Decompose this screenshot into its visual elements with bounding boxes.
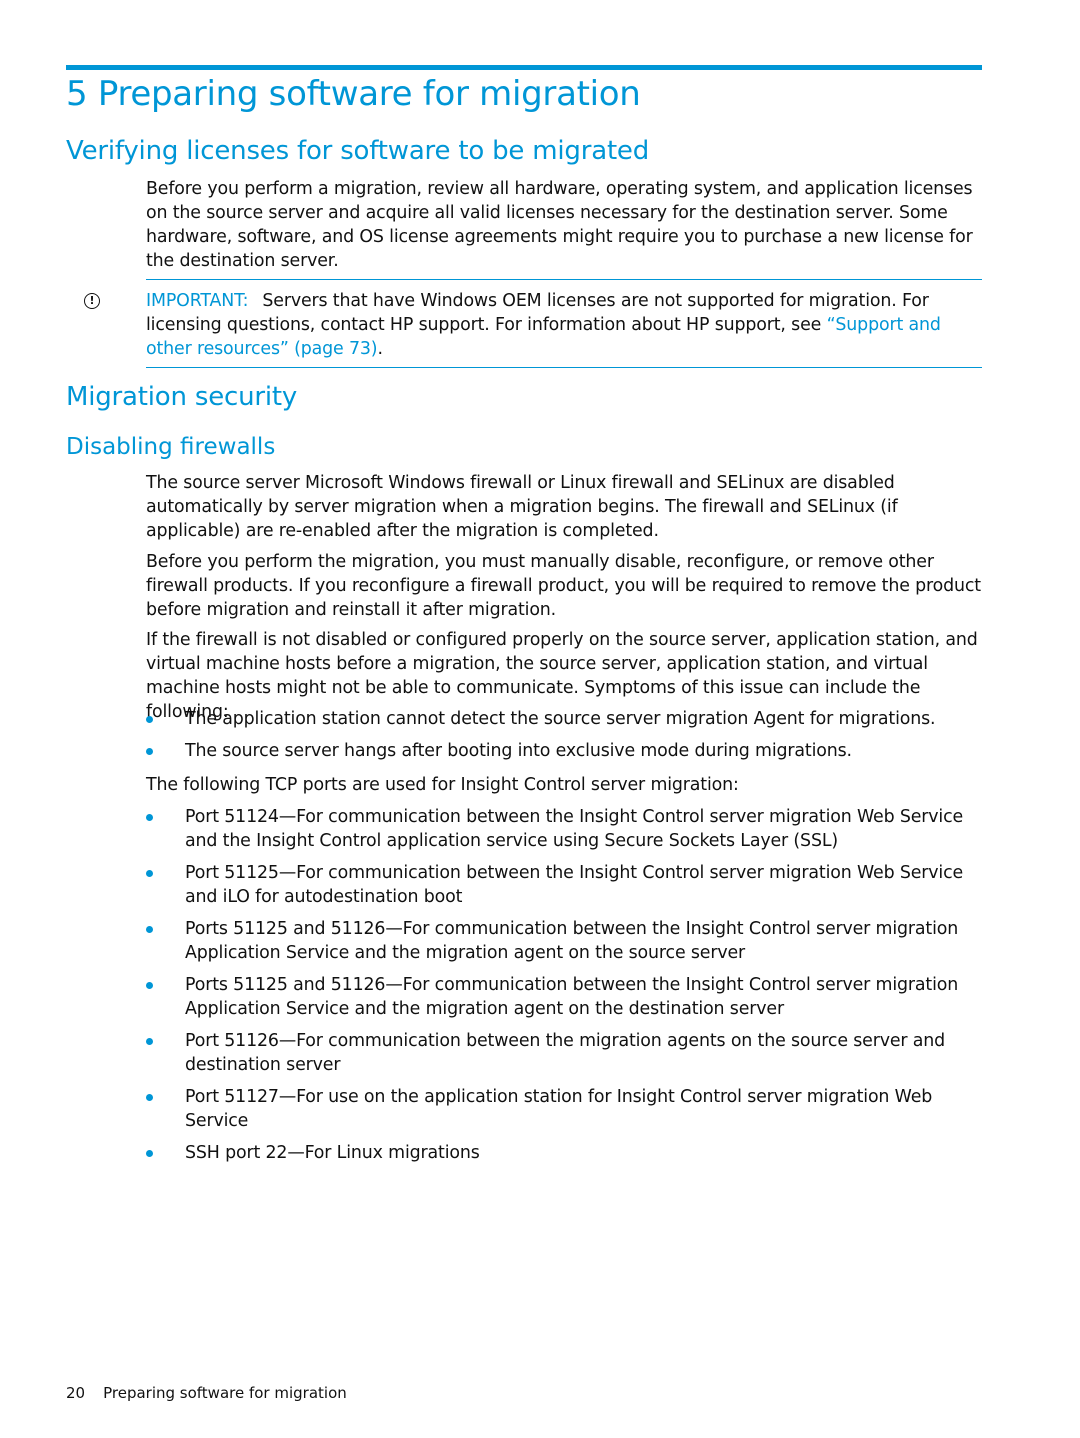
list-item: The application station cannot detect th… [146,707,986,731]
list-item: Port 51127—For use on the application st… [146,1085,986,1133]
licenses-paragraph: Before you perform a migration, review a… [146,179,973,271]
chapter-title: 5 Preparing software for migration [66,74,641,114]
symptoms-list: The application station cannot detect th… [146,707,986,771]
bullet-icon [146,926,153,933]
page-footer: 20 Preparing software for migration [66,1384,347,1402]
list-item: Port 51124—For communication between the… [146,805,986,853]
bullet-icon [146,870,153,877]
firewall-paragraph-1: The source server Microsoft Windows fire… [146,473,898,541]
chapter-rule [66,65,982,70]
bullet-icon [146,716,153,723]
list-item: Port 51125—For communication between the… [146,861,986,909]
subheading-firewalls: Disabling firewalls [66,434,276,460]
bullet-icon [146,1150,153,1157]
bullet-icon [146,982,153,989]
bullet-icon [146,748,153,755]
bullet-icon [146,814,153,821]
bullet-icon [146,1038,153,1045]
list-item: Ports 51125 and 51126—For communication … [146,917,986,965]
section-heading-licenses: Verifying licenses for software to be mi… [66,136,650,166]
ports-list: Port 51124—For communication between the… [146,805,986,1173]
note-suffix: . [377,339,383,359]
firewall-paragraph-2: Before you perform the migration, you mu… [146,552,981,620]
list-item: The source server hangs after booting in… [146,739,986,763]
important-icon: ! [84,293,100,309]
important-note: IMPORTANT: Servers that have Windows OEM … [146,279,982,368]
footer-title: Preparing software for migration [103,1384,347,1402]
bullet-icon [146,1094,153,1101]
section-heading-security: Migration security [66,382,298,412]
page-number: 20 [66,1384,86,1402]
list-item: SSH port 22—For Linux migrations [146,1141,986,1165]
note-text: Servers that have Windows OEM licenses a… [146,291,929,335]
list-item: Port 51126—For communication between the… [146,1029,986,1077]
ports-intro: The following TCP ports are used for Ins… [146,775,739,795]
list-item: Ports 51125 and 51126—For communication … [146,973,986,1021]
note-label: IMPORTANT: [146,291,249,311]
